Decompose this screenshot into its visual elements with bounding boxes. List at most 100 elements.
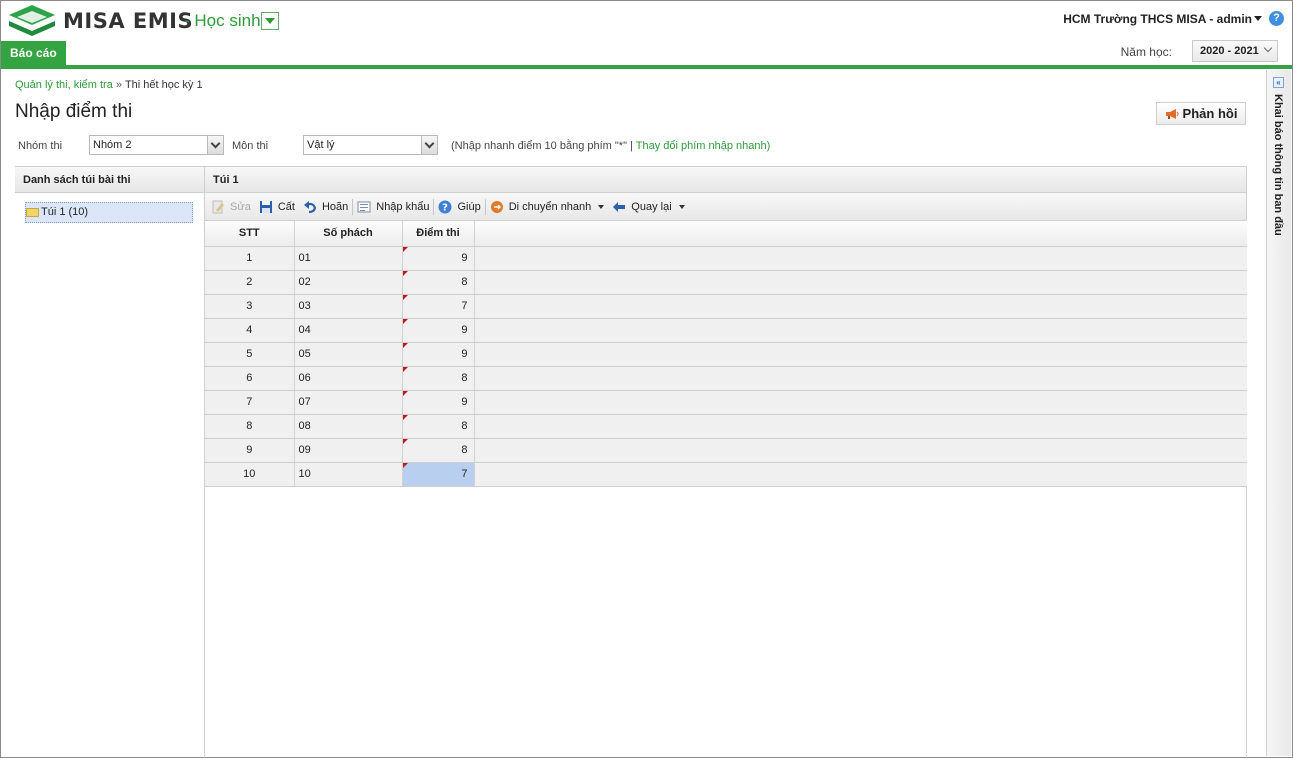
table-row[interactable]: 7 07 9 [205,390,1247,415]
back-button[interactable]: Quay lại [608,196,688,218]
cell-stt: 10 [205,462,295,487]
chevron-down-icon[interactable] [207,136,223,154]
module-title: - Học sinh [184,11,261,30]
table-row[interactable]: 8 08 8 [205,414,1247,439]
edit-button[interactable]: Sửa [207,196,255,218]
table-row[interactable]: 1 01 9 [205,246,1247,271]
breadcrumb: Quản lý thi, kiểm tra» Thi hết học kỳ 1 [15,79,203,91]
feedback-button[interactable]: Phản hồi [1156,102,1246,125]
cell-code: 09 [294,438,403,463]
edit-label: Sửa [230,200,251,213]
cell-code: 02 [294,270,403,295]
quick-entry-hint: (Nhập nhanh điểm 10 bằng phím "*" | Thay… [451,140,770,152]
side-panel-title[interactable]: Khai báo thông tin ban đầu [1272,94,1284,236]
cell-score-input[interactable]: 9 [402,390,475,415]
cell-score-input[interactable]: 9 [402,318,475,343]
change-shortcut-link[interactable]: Thay đổi phím nhập nhanh) [636,140,771,152]
floppy-disk-icon [259,200,272,213]
column-header-stt[interactable]: STT [205,221,295,247]
table-row[interactable]: 9 09 8 [205,438,1247,463]
arrow-left-icon [613,201,626,212]
table-row[interactable]: 10 10 7 [205,462,1247,487]
quick-move-label: Di chuyển nhanh [508,200,592,213]
cell-score-input[interactable]: 8 [402,270,475,295]
cell-filler [474,318,1247,343]
cell-code: 08 [294,414,403,439]
breadcrumb-link-exams[interactable]: Quản lý thi, kiểm tra [15,79,113,91]
table-header-row: STT Số phách Điểm thi [205,221,1247,247]
cell-filler [474,270,1247,295]
cell-score-input[interactable]: 7 [402,294,475,319]
cell-score-input[interactable]: 8 [402,366,475,391]
megaphone-icon [1165,108,1179,119]
folder-icon [26,208,39,217]
user-menu[interactable]: HCM Trường THCS MISA - admin [1063,12,1252,26]
school-year-select[interactable]: 2020 - 2021 [1192,40,1278,62]
column-header-filler [474,221,1247,247]
exam-subject-value: Vật lý [307,139,335,151]
table-row[interactable]: 3 03 7 [205,294,1247,319]
help-icon[interactable]: ? [1269,11,1284,26]
cell-score-input[interactable]: 9 [402,246,475,271]
column-header-score[interactable]: Điểm thi [402,221,475,247]
cell-filler [474,438,1247,463]
initial-info-side-panel[interactable]: « Khai báo thông tin ban đầu [1266,70,1291,756]
cell-code: 04 [294,318,403,343]
cell-code: 01 [294,246,403,271]
import-label: Nhập khẩu [376,200,430,213]
chevron-down-icon[interactable] [421,136,437,154]
save-button[interactable]: Cất [255,196,299,218]
cell-score-input[interactable]: 7 [402,462,475,487]
help-circle-icon: ? [438,200,452,213]
cell-code: 10 [294,462,403,487]
cell-score-input[interactable]: 8 [402,414,475,439]
cell-filler [474,414,1247,439]
tab-report[interactable]: Báo cáo [1,41,66,66]
brand-name: MISA EMIS [63,9,194,33]
quick-entry-hint-text: (Nhập nhanh điểm 10 bằng phím "*" | [451,140,633,152]
cell-stt: 8 [205,414,295,439]
exam-group-label: Nhóm thi [18,140,63,152]
cell-stt: 2 [205,270,295,295]
column-header-code[interactable]: Số phách [294,221,403,247]
quick-move-button[interactable]: Di chuyển nhanh [486,196,609,218]
top-header: MISA EMIS - Học sinh HCM Trường THCS MIS… [1,1,1292,66]
table-row[interactable]: 4 04 9 [205,318,1247,343]
exam-subject-select[interactable]: Vật lý [303,135,438,155]
exam-bag-label: Túi 1 (10) [41,206,89,218]
svg-text:?: ? [443,202,449,213]
exam-subject-label: Môn thi [232,140,269,152]
cell-score-input[interactable]: 8 [402,438,475,463]
undo-button[interactable]: Hoãn [299,196,352,218]
caret-down-icon [598,204,605,209]
pencil-icon [212,200,224,213]
cell-score-input[interactable]: 9 [402,342,475,367]
exam-bag-item[interactable]: Túi 1 (10) [25,202,193,223]
score-toolbar: Sửa Cất Hoãn Nhập khẩu ? Giúp Di chuyển … [205,193,1246,221]
cell-stt: 4 [205,318,295,343]
import-button[interactable]: Nhập khẩu [353,196,433,218]
caret-down-icon[interactable] [1254,16,1262,21]
cell-code: 06 [294,366,403,391]
score-entry-panel-header: Túi 1 [205,166,1246,193]
caret-down-icon [678,204,685,209]
cell-stt: 1 [205,246,295,271]
exam-group-select[interactable]: Nhóm 2 [89,135,224,155]
feedback-label: Phản hồi [1182,106,1238,121]
cell-filler [474,462,1247,487]
expand-panel-icon[interactable]: « [1273,77,1284,88]
table-row[interactable]: 5 05 9 [205,342,1247,367]
table-row[interactable]: 6 06 8 [205,366,1247,391]
table-row[interactable]: 2 02 8 [205,270,1247,295]
module-dropdown-icon[interactable] [261,12,279,30]
cell-stt: 6 [205,366,295,391]
misa-logo-icon [9,5,55,36]
cell-filler [474,246,1247,271]
brand-logo[interactable]: MISA EMIS [7,3,193,39]
cell-code: 07 [294,390,403,415]
cell-filler [474,366,1247,391]
cell-filler [474,294,1247,319]
undo-label: Hoãn [321,200,349,213]
cell-code: 03 [294,294,403,319]
help-button[interactable]: ? Giúp [434,196,484,218]
